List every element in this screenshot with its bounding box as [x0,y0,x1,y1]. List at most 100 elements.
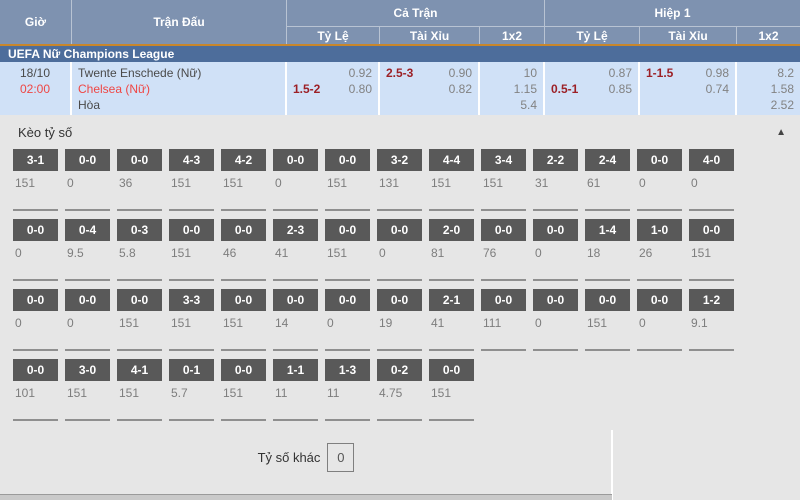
score-cell[interactable]: 0-014 [273,289,318,351]
score-value: 4-0 [689,149,734,171]
ft-handicap-away-odds[interactable]: 0.80 [349,81,372,97]
score-odds: 151 [117,381,162,400]
score-cell[interactable]: 0-0101 [13,359,58,421]
ft-under-odds[interactable]: 0.82 [449,81,472,97]
column-group-first-half: Hiệp 1 [545,0,800,27]
h1-handicap-home-odds[interactable]: 0.87 [609,65,632,81]
score-cell[interactable]: 4-00 [689,149,734,211]
score-cell[interactable]: 1-311 [325,359,370,421]
score-value: 0-0 [481,289,526,311]
score-cell[interactable]: 0-0151 [169,219,214,281]
score-cell[interactable]: 2-461 [585,149,630,211]
score-cell[interactable]: 0-00 [637,149,682,211]
match-kickoff-time: 02:00 [0,81,70,97]
h1-handicap-away-odds[interactable]: 0.85 [609,81,632,97]
score-cell[interactable]: 0-0151 [221,359,266,421]
score-cell[interactable]: 0-00 [325,289,370,351]
column-header-h1-1x2: 1x2 [737,27,800,44]
score-cell[interactable]: 0-0111 [481,289,526,351]
score-cell[interactable]: 0-036 [117,149,162,211]
column-group-full-time: Cả Trận [287,0,545,27]
score-value: 0-0 [273,289,318,311]
score-cell[interactable]: 0-00 [65,149,110,211]
score-cell[interactable]: 3-4151 [481,149,526,211]
score-cell[interactable]: 1-111 [273,359,318,421]
collapse-arrow-icon[interactable]: ▲ [776,127,786,138]
score-odds: 19 [377,311,422,330]
full-time-handicap-cell: 0.92 1.5-2 0.80 [287,62,380,115]
score-cell[interactable]: 0-0151 [325,219,370,281]
score-cell[interactable]: 1-418 [585,219,630,281]
score-value: 1-1 [273,359,318,381]
score-cell[interactable]: 4-3151 [169,149,214,211]
bottom-scrollbar[interactable] [0,494,612,500]
score-odds: 11 [273,381,318,400]
match-row: 18/10 02:00 Twente Enschede (Nữ) Chelsea… [0,62,800,115]
score-cell[interactable]: 0-046 [221,219,266,281]
other-score-odds-box[interactable]: 0 [327,443,354,472]
score-cell[interactable]: 1-29.1 [689,289,734,351]
score-cell[interactable]: 0-00 [637,289,682,351]
score-cell[interactable]: 2-141 [429,289,474,351]
ft-handicap-home-odds[interactable]: 0.92 [349,65,372,81]
score-value: 2-2 [533,149,578,171]
score-cell[interactable]: 4-2151 [221,149,266,211]
score-value: 0-0 [65,289,110,311]
score-cell[interactable]: 0-24.75 [377,359,422,421]
h1-under-odds[interactable]: 0.74 [706,81,729,97]
score-cell[interactable]: 2-081 [429,219,474,281]
first-half-handicap-cell: 0.87 0.5-1 0.85 [545,62,640,115]
h1-1x2-away-odds[interactable]: 1.58 [771,81,794,97]
score-cell[interactable]: 0-00 [533,289,578,351]
score-cell[interactable]: 1-026 [637,219,682,281]
score-cell[interactable]: 0-00 [65,289,110,351]
score-cell[interactable]: 0-0151 [585,289,630,351]
score-odds: 111 [481,311,526,330]
score-cell[interactable]: 0-49.5 [65,219,110,281]
correct-score-header: Kèo tỷ số ▲ [0,115,800,149]
h1-1x2-home-odds[interactable]: 8.2 [777,65,794,81]
h1-1x2-draw-odds[interactable]: 2.52 [771,97,794,113]
score-odds: 0 [13,311,58,330]
score-cell[interactable]: 0-076 [481,219,526,281]
score-cell[interactable]: 0-0151 [117,289,162,351]
score-odds: 81 [429,241,474,260]
score-cell[interactable]: 4-4151 [429,149,474,211]
h1-over-odds[interactable]: 0.98 [706,65,729,81]
score-row: 3-11510-000-0364-31514-21510-000-01513-2… [13,149,800,211]
score-cell[interactable]: 0-00 [533,219,578,281]
score-odds: 151 [325,241,370,260]
other-score-row: Tỷ số khác 0 [0,443,612,472]
ft-1x2-draw-odds[interactable]: 5.4 [520,97,537,113]
score-cell[interactable]: 0-019 [377,289,422,351]
score-cell[interactable]: 0-0151 [221,289,266,351]
score-cell[interactable]: 3-2131 [377,149,422,211]
first-half-over-under-cell: 1-1.5 0.98 0.74 [640,62,737,115]
league-header[interactable]: UEFA Nữ Champions League [0,46,800,62]
score-cell[interactable]: 0-0151 [689,219,734,281]
score-cell[interactable]: 0-00 [13,289,58,351]
score-odds: 0 [533,241,578,260]
score-cell[interactable]: 0-00 [13,219,58,281]
score-cell[interactable]: 0-35.8 [117,219,162,281]
score-cell[interactable]: 0-0151 [429,359,474,421]
ft-over-odds[interactable]: 0.90 [449,65,472,81]
score-cell[interactable]: 3-1151 [13,149,58,211]
score-cell[interactable]: 3-3151 [169,289,214,351]
score-cell[interactable]: 4-1151 [117,359,162,421]
score-cell[interactable]: 0-0151 [325,149,370,211]
score-cell[interactable]: 0-00 [273,149,318,211]
away-team: Chelsea (Nữ) [78,81,285,97]
score-value: 0-0 [117,289,162,311]
score-cell[interactable]: 3-0151 [65,359,110,421]
score-cell[interactable]: 2-231 [533,149,578,211]
score-cell[interactable]: 0-15.7 [169,359,214,421]
score-cell[interactable]: 2-341 [273,219,318,281]
score-odds: 4.75 [377,381,422,400]
score-value: 0-0 [533,219,578,241]
ft-1x2-away-odds[interactable]: 1.15 [514,81,537,97]
score-cell[interactable]: 0-00 [377,219,422,281]
h1-handicap-line: 0.5-1 [551,81,578,97]
score-value: 0-0 [221,289,266,311]
ft-1x2-home-odds[interactable]: 10 [524,65,537,81]
